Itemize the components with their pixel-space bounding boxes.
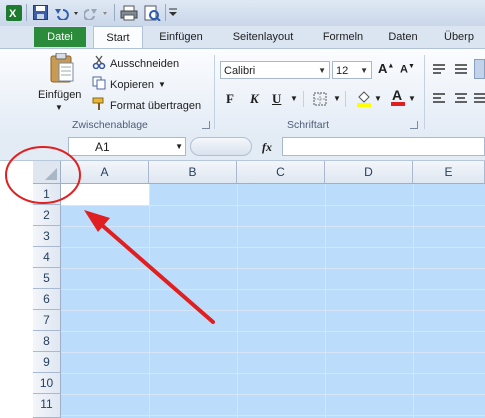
annotation-overlay xyxy=(5,146,215,324)
annotation-circle xyxy=(5,146,81,204)
annotation-arrow-line xyxy=(94,218,215,324)
